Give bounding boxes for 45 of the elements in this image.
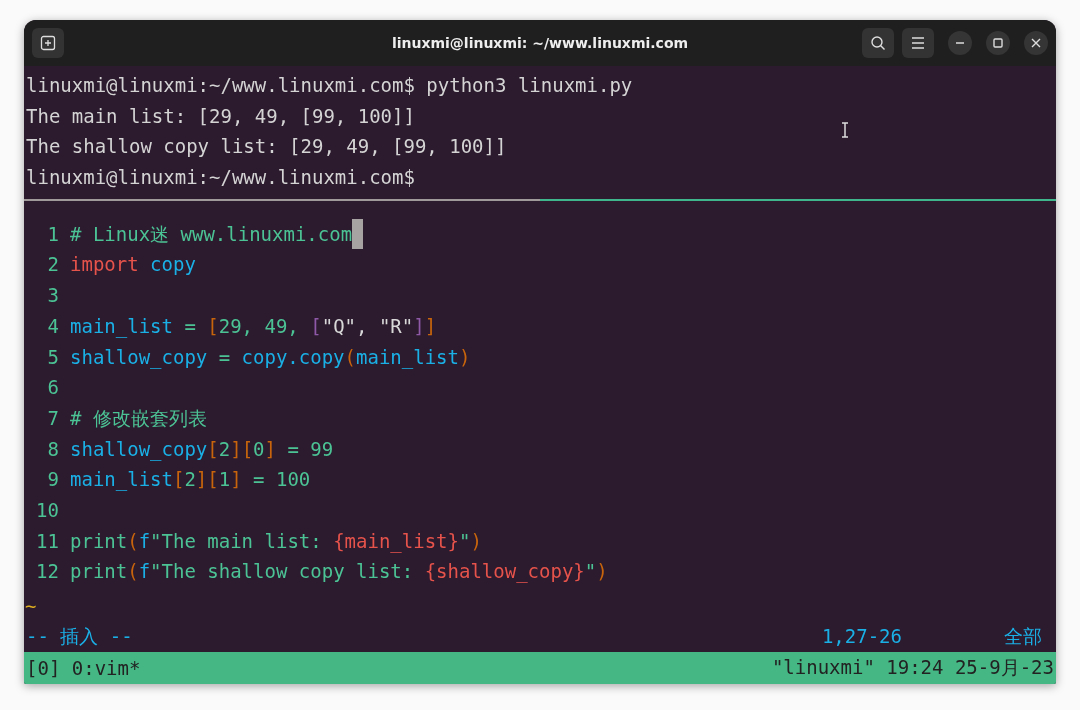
close-icon bbox=[1031, 38, 1041, 48]
code-line: print(f"The main list: {main_list}") bbox=[70, 528, 482, 555]
maximize-icon bbox=[993, 38, 1003, 48]
code-line: shallow_copy[2][0] = 99 bbox=[70, 436, 334, 463]
line-number: 6 bbox=[46, 375, 59, 401]
mode-indicator: -- 插入 -- bbox=[26, 624, 133, 650]
line-number: 3 bbox=[46, 283, 59, 309]
code-line: import copy bbox=[70, 252, 196, 278]
menu-icon bbox=[911, 37, 925, 49]
line-number: 10 bbox=[35, 497, 59, 523]
shell-output-line: The main list: [29, 49, [99, 100]] bbox=[26, 104, 415, 127]
minimize-button[interactable] bbox=[948, 31, 972, 55]
code-line: # 修改嵌套列表 bbox=[70, 405, 207, 431]
empty-line-marker: ~ bbox=[25, 594, 37, 617]
minimize-icon bbox=[955, 42, 965, 44]
code-line: shallow_copy = copy.copy(main_list) bbox=[70, 344, 471, 371]
text-cursor-icon bbox=[841, 122, 849, 138]
line-number: 5 bbox=[46, 344, 59, 370]
shell-output-line: linuxmi@linuxmi:~/www.linuxmi.com$ bbox=[26, 166, 415, 189]
scroll-position: 全部 bbox=[1004, 624, 1042, 650]
menu-button[interactable] bbox=[902, 28, 934, 58]
host-time-date: "linuxmi" 19:24 25-9月-23 bbox=[771, 655, 1054, 680]
window-title: linuxmi@linuxmi: ~/www.linuxmi.com bbox=[391, 35, 689, 51]
line-number: 9 bbox=[46, 467, 59, 493]
line-number: 1 bbox=[46, 221, 59, 247]
new-tab-icon bbox=[40, 35, 56, 51]
session-window-label: [0] 0:vim* bbox=[26, 657, 141, 679]
cursor-position: 1,27-26 bbox=[821, 624, 902, 650]
line-number: 11 bbox=[35, 528, 59, 554]
shell-output-line: linuxmi@linuxmi:~/www.linuxmi.com$ python3 linuxmi.py bbox=[26, 74, 633, 96]
line-number: 4 bbox=[46, 313, 59, 339]
search-icon bbox=[870, 35, 886, 51]
search-button[interactable] bbox=[862, 28, 894, 58]
code-line: main_list = [29, 49, ["Q", "R"]] bbox=[70, 313, 437, 340]
close-button[interactable] bbox=[1024, 31, 1048, 55]
line-number: 12 bbox=[35, 559, 59, 585]
code-line: main_list[2][1] = 100 bbox=[70, 467, 311, 493]
new-tab-button[interactable] bbox=[32, 28, 64, 58]
line-number: 2 bbox=[46, 252, 59, 278]
shell-output-line: The shallow copy list: [29, 49, [99, 100]] bbox=[26, 135, 507, 158]
code-line: print(f"The shallow copy list: {shallow_copy}") bbox=[70, 559, 608, 585]
line-number: 7 bbox=[46, 405, 59, 431]
code-line: # Linux迷 www.linuxmi.com bbox=[70, 221, 353, 247]
line-number: 8 bbox=[46, 436, 59, 462]
maximize-button[interactable] bbox=[986, 31, 1010, 55]
